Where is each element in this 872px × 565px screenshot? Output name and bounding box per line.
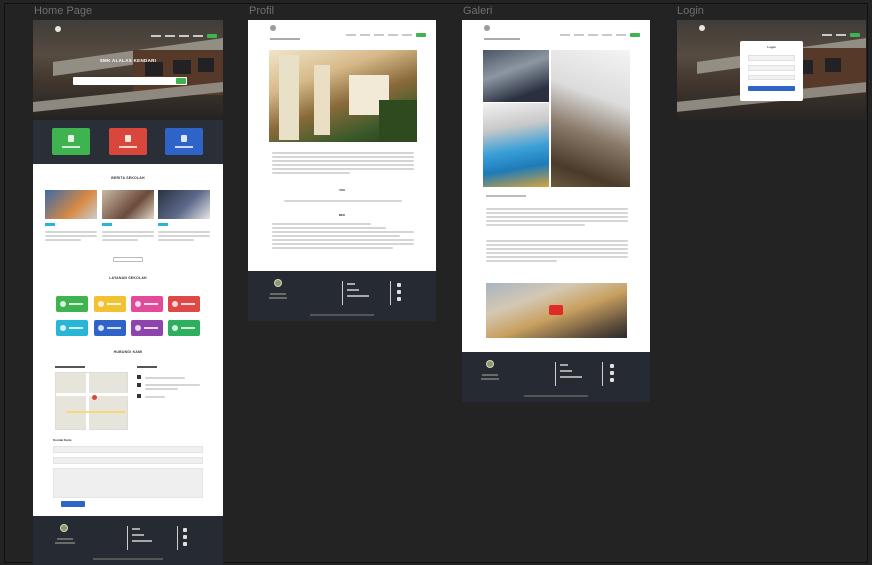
frame-title-home: Home Page: [34, 5, 93, 17]
instagram-icon[interactable]: [610, 378, 614, 382]
news-image-3[interactable]: [158, 190, 210, 219]
service-tile-4[interactable]: [168, 296, 200, 312]
logo-icon[interactable]: [270, 25, 276, 31]
hero-banner: SMK ALALAS KENDARI: [33, 20, 223, 120]
profile-intro-text: [272, 150, 414, 176]
section-news-heading: BERITA SEKOLAH: [111, 176, 145, 180]
contact-send-button[interactable]: [61, 501, 85, 507]
facebook-icon[interactable]: [183, 528, 187, 532]
gallery-photo-2[interactable]: [483, 103, 549, 187]
logo-icon[interactable]: [55, 26, 61, 32]
profile-heading-2: MISI: [338, 213, 346, 217]
phone-icon: [137, 383, 141, 387]
news-excerpt-2: [102, 229, 154, 243]
gallery-text-1: [486, 206, 628, 228]
remember-field[interactable]: [748, 75, 795, 80]
nav-bar: [556, 26, 640, 44]
facebook-icon[interactable]: [397, 283, 401, 287]
news-badge-3: [158, 223, 168, 226]
username-input[interactable]: [748, 55, 795, 61]
profile-mission-list: [272, 221, 414, 251]
nav-bar: [147, 27, 217, 45]
news-image-1[interactable]: [45, 190, 97, 219]
news-excerpt-1: [45, 229, 97, 243]
footer-copyright: [93, 558, 163, 560]
login-title: Login: [767, 45, 776, 49]
nav-bar: [342, 26, 426, 44]
facebook-icon[interactable]: [610, 364, 614, 368]
gallery-photo-3[interactable]: [551, 50, 630, 187]
service-tile-7[interactable]: [131, 320, 163, 336]
feature-box-3[interactable]: [165, 128, 203, 155]
gallery-footer: [462, 352, 650, 402]
location-map[interactable]: [55, 372, 129, 431]
map-marker-icon: [137, 375, 141, 379]
gallery-photo-1[interactable]: [483, 50, 549, 102]
news-image-2[interactable]: [102, 190, 154, 219]
contact-message-textarea[interactable]: [53, 468, 203, 498]
school-building-photo: [269, 50, 417, 142]
nav-bar: [818, 26, 860, 44]
login-button[interactable]: [748, 86, 795, 91]
home-page-artboard: SMK ALALAS KENDARI BERITA SEKOLAH LAYANA…: [33, 20, 223, 565]
address-label: [137, 366, 157, 368]
news-badge-1: [45, 223, 55, 226]
service-tile-2[interactable]: [94, 296, 126, 312]
mail-icon: [137, 394, 141, 398]
hero-search-input[interactable]: [73, 77, 187, 85]
frame-title-login: Login: [677, 5, 704, 17]
footer-logo-icon: [60, 524, 68, 532]
login-modal: Login: [740, 41, 803, 101]
section-services-heading: LAYANAN SEKOLAH: [109, 276, 147, 280]
gallery-text-2: [486, 238, 628, 264]
instagram-icon[interactable]: [397, 297, 401, 301]
map-pin-icon: [92, 395, 97, 400]
twitter-icon[interactable]: [183, 535, 187, 539]
service-tile-8[interactable]: [168, 320, 200, 336]
home-footer: [33, 516, 223, 565]
password-input[interactable]: [748, 65, 795, 71]
frame-title-profile: Profil: [249, 5, 275, 17]
contact-email-input[interactable]: [53, 457, 203, 464]
gallery-page-artboard: [462, 20, 650, 352]
contact-name-input[interactable]: [53, 446, 203, 453]
map-label: [55, 366, 85, 368]
frame-title-gallery: Galeri: [463, 5, 493, 17]
twitter-icon[interactable]: [397, 290, 401, 294]
section-contact-heading: HUBUNGI KAMI: [113, 350, 143, 354]
gallery-video[interactable]: [486, 283, 627, 338]
play-icon[interactable]: [549, 305, 563, 315]
logo-icon[interactable]: [484, 25, 490, 31]
breadcrumb[interactable]: [484, 38, 520, 40]
hero-title: SMK ALALAS KENDARI: [99, 58, 157, 63]
footer-logo-icon: [486, 360, 494, 368]
service-tile-1[interactable]: [56, 296, 88, 312]
service-tile-3[interactable]: [131, 296, 163, 312]
footer-logo-icon: [274, 279, 282, 287]
logo-icon[interactable]: [699, 25, 705, 31]
feature-box-1[interactable]: [52, 128, 90, 155]
breadcrumb[interactable]: [270, 38, 300, 40]
footer-copyright: [524, 395, 588, 397]
twitter-icon[interactable]: [610, 371, 614, 375]
service-tile-5[interactable]: [56, 320, 88, 336]
instagram-icon[interactable]: [183, 542, 187, 546]
feature-box-2[interactable]: [109, 128, 147, 155]
contact-form-label: Kontak Kami: [53, 438, 72, 442]
hero-search-button[interactable]: [176, 78, 186, 84]
login-page-artboard: Login: [677, 20, 866, 123]
book-icon: [68, 135, 74, 142]
service-tile-6[interactable]: [94, 320, 126, 336]
news-more-button[interactable]: [113, 257, 143, 262]
graduation-icon: [125, 135, 131, 142]
profile-page-artboard: VISI MISI: [248, 20, 436, 271]
profile-heading-1: VISI: [339, 188, 345, 192]
users-icon: [181, 135, 187, 142]
news-badge-2: [102, 223, 112, 226]
news-excerpt-3: [158, 229, 210, 243]
profile-footer: [248, 271, 436, 321]
footer-copyright: [310, 314, 374, 316]
